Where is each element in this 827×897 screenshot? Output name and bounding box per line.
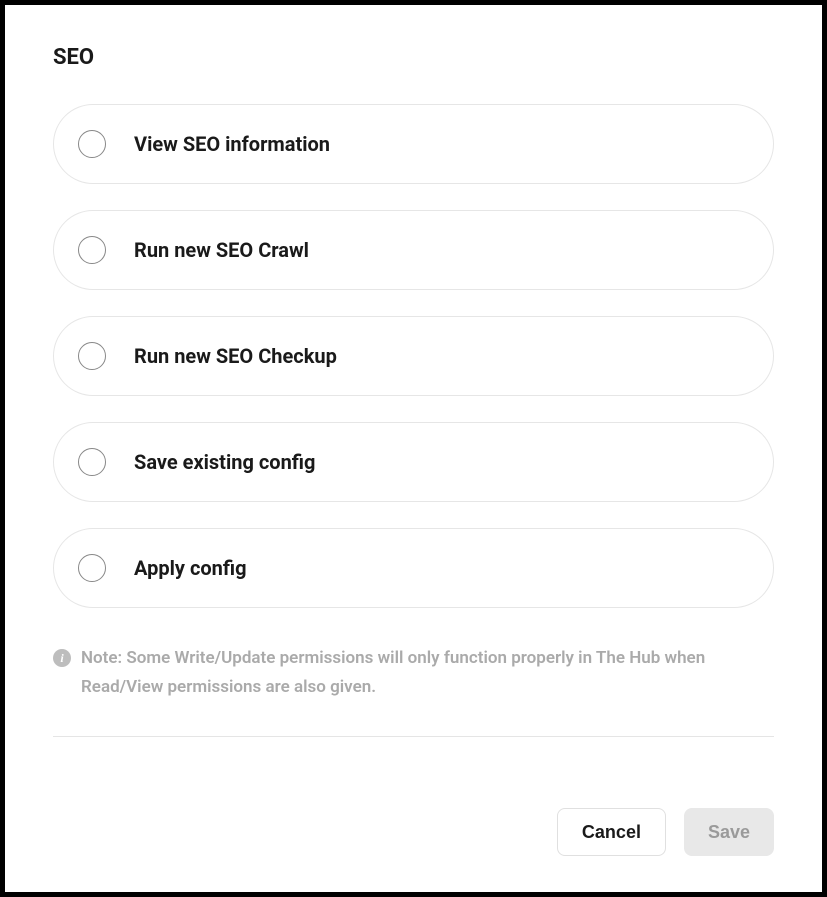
options-list: View SEO information Run new SEO Crawl R…: [53, 104, 774, 608]
checkbox-circle-icon[interactable]: [78, 130, 106, 158]
option-label: Save existing config: [134, 450, 315, 474]
option-save-existing-config[interactable]: Save existing config: [53, 422, 774, 502]
option-run-new-seo-checkup[interactable]: Run new SEO Checkup: [53, 316, 774, 396]
option-label: Run new SEO Checkup: [134, 344, 337, 368]
option-label: Run new SEO Crawl: [134, 238, 309, 262]
option-apply-config[interactable]: Apply config: [53, 528, 774, 608]
checkbox-circle-icon[interactable]: [78, 342, 106, 370]
section-title: SEO: [53, 45, 774, 70]
checkbox-circle-icon[interactable]: [78, 236, 106, 264]
option-label: View SEO information: [134, 132, 330, 156]
note-text: Note: Some Write/Update permissions will…: [81, 644, 774, 702]
checkbox-circle-icon[interactable]: [78, 448, 106, 476]
cancel-button[interactable]: Cancel: [557, 808, 666, 856]
option-run-new-seo-crawl[interactable]: Run new SEO Crawl: [53, 210, 774, 290]
settings-panel: SEO View SEO information Run new SEO Cra…: [5, 5, 822, 892]
checkbox-circle-icon[interactable]: [78, 554, 106, 582]
permissions-note: i Note: Some Write/Update permissions wi…: [53, 644, 774, 702]
divider: [53, 736, 774, 737]
option-view-seo-information[interactable]: View SEO information: [53, 104, 774, 184]
option-label: Apply config: [134, 556, 247, 580]
save-button[interactable]: Save: [684, 808, 774, 856]
actions-bar: Cancel Save: [557, 808, 774, 856]
info-icon: i: [53, 649, 71, 667]
